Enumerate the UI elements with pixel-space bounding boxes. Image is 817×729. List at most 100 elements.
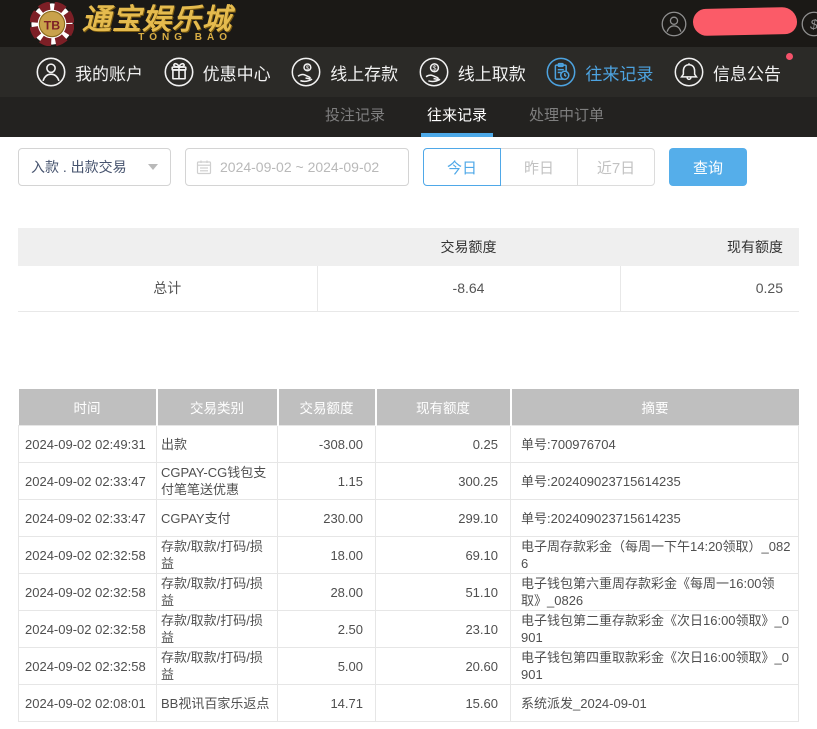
deposit-icon: $ (291, 57, 321, 87)
col-header-summary: 摘要 (511, 389, 799, 426)
table-row: 2024-09-02 02:33:47 CGPAY-CG钱包支付笔笔送优惠 1.… (19, 463, 799, 500)
date-range-input[interactable]: 2024-09-02 ~ 2024-09-02 (185, 148, 409, 186)
cell-summary: 电子钱包第四重取款彩金《次日16:00领取》_0901 (511, 648, 799, 685)
nav-item-promotions[interactable]: 优惠中心 (164, 57, 271, 87)
nav-item-withdraw[interactable]: $ 线上取款 (419, 57, 526, 87)
col-header-type: 交易类别 (157, 389, 278, 426)
cell-trade-amount: 5.00 (278, 648, 376, 685)
bell-icon (674, 57, 704, 87)
cell-type: CGPAY-CG钱包支付笔笔送优惠 (157, 463, 278, 500)
summary-header-balance: 现有额度 (620, 228, 799, 266)
cell-type: 存款/取款/打码/损益 (157, 537, 278, 574)
nav-item-transaction-records[interactable]: 往来记录 (546, 57, 653, 87)
balance-dollar-icon[interactable]: $ (801, 11, 817, 37)
cell-summary: 电子钱包第二重存款彩金《次日16:00领取》_0901 (511, 611, 799, 648)
tab-betting-records[interactable]: 投注记录 (319, 97, 391, 137)
summary-header-trade-amount: 交易额度 (317, 228, 620, 266)
search-button[interactable]: 查询 (669, 148, 747, 186)
cell-trade-amount: -308.00 (278, 426, 376, 463)
cell-balance: 15.60 (376, 685, 511, 722)
table-row: 2024-09-02 02:32:58 存款/取款/打码/损益 18.00 69… (19, 537, 799, 574)
withdraw-icon: $ (419, 57, 449, 87)
cell-time: 2024-09-02 02:49:31 (19, 426, 157, 463)
cell-type: 出款 (157, 426, 278, 463)
filter-bar: 入款 . 出款交易 2024-09-02 ~ 2024-09-02 今日 昨日 … (0, 137, 817, 186)
cell-summary: 电子周存款彩金（每周一下午14:20领取）_0826 (511, 537, 799, 574)
nav-item-announcements[interactable]: 信息公告 (674, 57, 781, 87)
cell-balance: 51.10 (376, 574, 511, 611)
table-row: 2024-09-02 02:32:58 存款/取款/打码/损益 5.00 20.… (19, 648, 799, 685)
poker-chip-icon: TB (30, 2, 74, 46)
cell-summary: 单号:202409023715614235 (511, 463, 799, 500)
cell-summary: 系统派发_2024-09-01 (511, 685, 799, 722)
cell-summary: 电子钱包第六重周存款彩金《每周一16:00领取》_0826 (511, 574, 799, 611)
cell-time: 2024-09-02 02:32:58 (19, 574, 157, 611)
svg-text:$: $ (432, 66, 436, 73)
table-row: 2024-09-02 02:32:58 存款/取款/打码/损益 2.50 23.… (19, 611, 799, 648)
cell-type: BB视讯百家乐返点 (157, 685, 278, 722)
cell-time: 2024-09-02 02:32:58 (19, 648, 157, 685)
col-header-balance: 现有额度 (376, 389, 511, 426)
user-icon (36, 57, 66, 87)
date-range-value: 2024-09-02 ~ 2024-09-02 (220, 159, 379, 175)
tab-transaction-records[interactable]: 往来记录 (421, 97, 493, 137)
cell-balance: 20.60 (376, 648, 511, 685)
summary-total-label: 总计 (18, 266, 317, 311)
redaction-blob (693, 7, 798, 36)
cell-summary: 单号:700976704 (511, 426, 799, 463)
cell-type: 存款/取款/打码/损益 (157, 611, 278, 648)
summary-balance: 0.25 (620, 266, 799, 311)
brand-logo[interactable]: TB 通宝娱乐城 TONG BAO (30, 2, 232, 46)
chevron-down-icon (148, 164, 158, 170)
table-row: 2024-09-02 02:08:01 BB视讯百家乐返点 14.71 15.6… (19, 685, 799, 722)
summary-table: 交易额度 现有额度 总计 -8.64 0.25 (18, 228, 799, 312)
cell-time: 2024-09-02 02:32:58 (19, 611, 157, 648)
cell-type: CGPAY支付 (157, 500, 278, 537)
cell-trade-amount: 14.71 (278, 685, 376, 722)
table-row: 2024-09-02 02:32:58 存款/取款/打码/损益 28.00 51… (19, 574, 799, 611)
account-user-icon[interactable] (661, 11, 687, 37)
transaction-type-select[interactable]: 入款 . 出款交易 (18, 148, 171, 186)
cell-balance: 23.10 (376, 611, 511, 648)
cell-type: 存款/取款/打码/损益 (157, 648, 278, 685)
quick-range-group: 今日 昨日 近7日 (423, 148, 655, 186)
transactions-table: 时间 交易类别 交易额度 现有额度 摘要 2024-09-02 02:49:31… (18, 389, 799, 723)
tab-pending-orders[interactable]: 处理中订单 (523, 97, 610, 137)
svg-text:$: $ (809, 15, 817, 31)
nav-item-my-account[interactable]: 我的账户 (36, 57, 143, 87)
notification-dot (786, 53, 793, 60)
cell-trade-amount: 18.00 (278, 537, 376, 574)
records-icon (546, 57, 576, 87)
cell-balance: 300.25 (376, 463, 511, 500)
table-row: 2024-09-02 02:49:31 出款 -308.00 0.25 单号:7… (19, 426, 799, 463)
transactions-body: 2024-09-02 02:49:31 出款 -308.00 0.25 单号:7… (19, 426, 799, 722)
last7days-button[interactable]: 近7日 (577, 148, 655, 186)
cell-time: 2024-09-02 02:33:47 (19, 500, 157, 537)
subnav: 投注记录 往来记录 处理中订单 (0, 97, 817, 137)
summary-trade-amount: -8.64 (317, 266, 620, 311)
today-button[interactable]: 今日 (423, 148, 501, 186)
cell-time: 2024-09-02 02:33:47 (19, 463, 157, 500)
cell-balance: 69.10 (376, 537, 511, 574)
brand-name-cn: 通宝娱乐城 (82, 5, 232, 35)
cell-type: 存款/取款/打码/损益 (157, 574, 278, 611)
transaction-type-value: 入款 . 出款交易 (31, 157, 127, 177)
table-row: 2024-09-02 02:33:47 CGPAY支付 230.00 299.1… (19, 500, 799, 537)
calendar-icon (196, 159, 212, 175)
col-header-time: 时间 (19, 389, 157, 426)
gift-icon (164, 57, 194, 87)
cell-time: 2024-09-02 02:08:01 (19, 685, 157, 722)
yesterday-button[interactable]: 昨日 (500, 148, 578, 186)
cell-trade-amount: 1.15 (278, 463, 376, 500)
cell-balance: 0.25 (376, 426, 511, 463)
cell-trade-amount: 2.50 (278, 611, 376, 648)
main-nav: 我的账户 优惠中心 $ 线上存款 $ 线上取款 (0, 47, 817, 97)
cell-balance: 299.10 (376, 500, 511, 537)
cell-time: 2024-09-02 02:32:58 (19, 537, 157, 574)
cell-trade-amount: 28.00 (278, 574, 376, 611)
topbar: TB 通宝娱乐城 TONG BAO $ (0, 0, 817, 47)
cell-summary: 单号:202409023715614235 (511, 500, 799, 537)
summary-header-empty (18, 228, 317, 266)
summary-row: 总计 -8.64 0.25 (18, 266, 799, 311)
nav-item-deposit[interactable]: $ 线上存款 (291, 57, 398, 87)
